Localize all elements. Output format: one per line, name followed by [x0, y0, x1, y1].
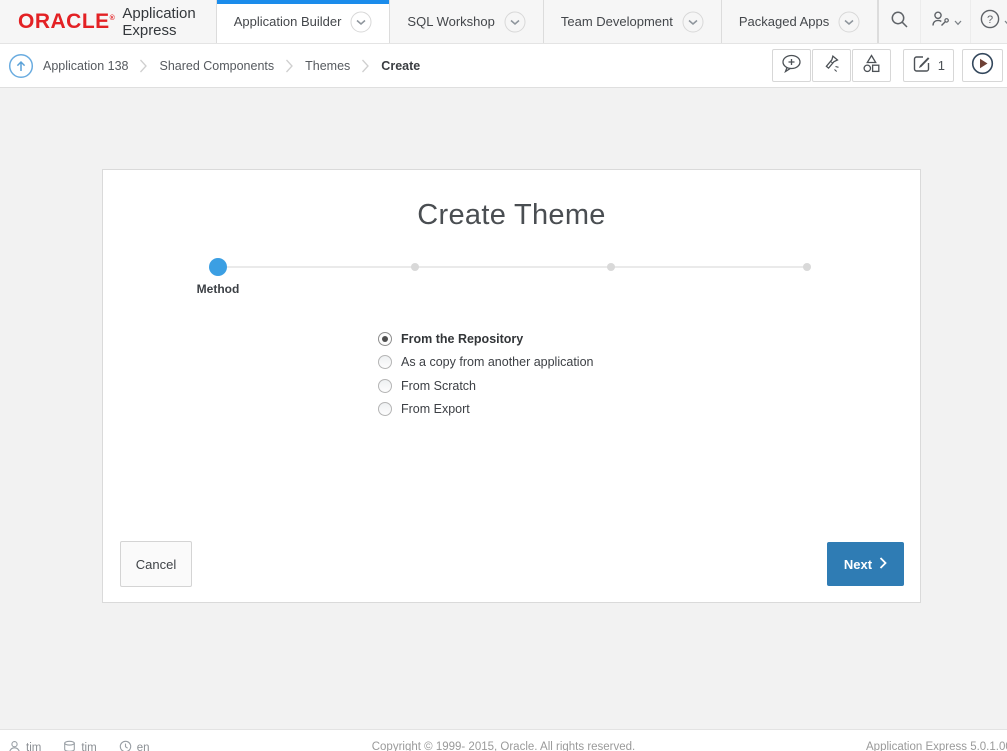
edit-page-button[interactable]: 1	[903, 49, 954, 82]
chevron-right-icon	[139, 59, 148, 73]
next-button[interactable]: Next	[827, 542, 904, 586]
shared-components-button[interactable]	[852, 49, 891, 82]
help-menu-button[interactable]: ?	[971, 0, 1007, 43]
administration-menu-button[interactable]	[921, 0, 971, 43]
create-theme-wizard-card: Create Theme Method From the Repository …	[102, 169, 921, 603]
feedback-comment-icon	[781, 54, 802, 78]
run-application-play-icon	[971, 52, 994, 80]
search-icon	[890, 10, 909, 34]
footer-user[interactable]: tim	[8, 740, 41, 751]
page-footer: tim tim en Copyright © 1999- 2015, Oracl…	[0, 729, 1007, 751]
radio-option-copy-from-application[interactable]: As a copy from another application	[378, 351, 593, 375]
help-icon: ?	[980, 9, 1000, 34]
topbar-utility-icons: ?	[878, 0, 1007, 43]
breadcrumb-application[interactable]: Application 138	[43, 59, 128, 73]
edit-page-icon	[912, 54, 931, 78]
shared-components-shapes-icon	[861, 53, 882, 79]
version-text: Application Express 5.0.1.00.06	[866, 741, 1007, 751]
svg-text:?: ?	[987, 14, 993, 26]
up-one-level-icon[interactable]	[8, 53, 34, 79]
main-tabs: Application Builder SQL Workshop Team De…	[216, 0, 878, 43]
step-dot-pending	[607, 263, 615, 271]
radio-option-from-scratch[interactable]: From Scratch	[378, 374, 593, 398]
edit-page-number: 1	[938, 58, 945, 73]
radio-option-from-repository[interactable]: From the Repository	[378, 327, 593, 351]
chevron-right-icon	[285, 59, 294, 73]
radio-button[interactable]	[378, 379, 392, 393]
user-icon	[8, 740, 21, 751]
chevron-down-icon	[954, 13, 962, 31]
administration-icon	[930, 10, 950, 33]
copyright-text: Copyright © 1999- 2015, Oracle. All righ…	[372, 741, 636, 751]
create-theme-method-radiogroup: From the Repository As a copy from anoth…	[378, 327, 593, 421]
chevron-right-icon	[879, 557, 887, 572]
tab-team-development[interactable]: Team Development	[543, 0, 721, 43]
cancel-button[interactable]: Cancel	[120, 541, 192, 587]
theme-roller-button[interactable]	[812, 49, 851, 82]
tab-sql-workshop[interactable]: SQL Workshop	[389, 0, 542, 43]
search-button[interactable]	[879, 0, 921, 43]
radio-button-selected[interactable]	[378, 332, 392, 346]
radio-button[interactable]	[378, 402, 392, 416]
chevron-down-circle-icon[interactable]	[682, 11, 704, 33]
chevron-right-icon	[361, 59, 370, 73]
chevron-down-circle-icon[interactable]	[504, 11, 526, 33]
footer-session-info: tim tim en	[8, 740, 149, 751]
breadcrumb-themes[interactable]: Themes	[305, 59, 350, 73]
oracle-apex-logo: ORACLE® Application Express	[0, 0, 216, 43]
breadcrumb: Application 138 Shared Components Themes…	[43, 59, 420, 73]
oracle-logo: ORACLE®	[18, 10, 115, 34]
feedback-button[interactable]	[772, 49, 811, 82]
clock-icon	[119, 740, 132, 751]
radio-button[interactable]	[378, 355, 392, 369]
footer-language[interactable]: en	[119, 740, 150, 751]
footer-workspace[interactable]: tim	[63, 740, 96, 751]
breadcrumb-shared-components[interactable]: Shared Components	[159, 59, 274, 73]
progress-line	[218, 266, 807, 268]
tab-packaged-apps[interactable]: Packaged Apps	[721, 0, 878, 43]
step-dot-pending	[803, 263, 811, 271]
step-dot-pending	[411, 263, 419, 271]
step-label-method: Method	[158, 282, 278, 296]
database-icon	[63, 740, 76, 751]
chevron-down-circle-icon[interactable]	[350, 11, 372, 33]
radio-option-from-export[interactable]: From Export	[378, 398, 593, 422]
chevron-down-circle-icon[interactable]	[838, 11, 860, 33]
run-application-button[interactable]	[962, 49, 1003, 82]
page-toolbar: 1	[771, 49, 1003, 82]
top-navigation-bar: ORACLE® Application Express Application …	[0, 0, 1007, 44]
breadcrumb-create: Create	[381, 59, 420, 73]
breadcrumb-bar: Application 138 Shared Components Themes…	[0, 44, 1007, 88]
theme-roller-flashlight-icon	[821, 53, 842, 79]
page-title: Create Theme	[103, 199, 920, 232]
product-name: Application Express	[122, 5, 195, 39]
step-dot-current	[209, 258, 227, 276]
tab-application-builder[interactable]: Application Builder	[216, 0, 390, 43]
